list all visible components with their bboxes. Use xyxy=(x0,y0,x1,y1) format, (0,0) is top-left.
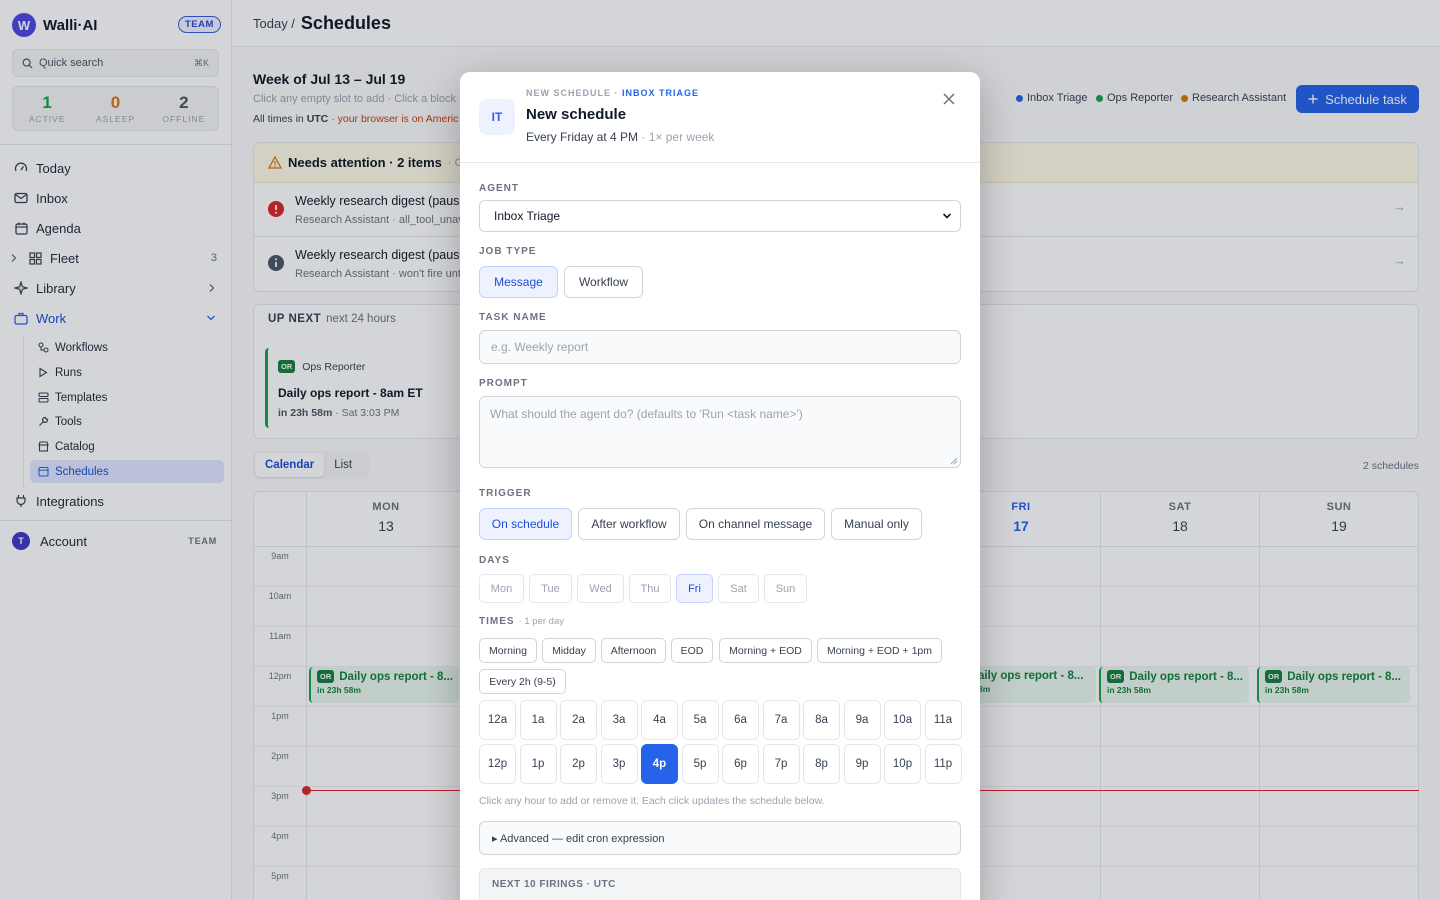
job-type-label: JOB TYPE xyxy=(479,246,537,257)
schedule-summary: Every Friday at 4 PM · 1× per week xyxy=(526,130,715,144)
hour-option[interactable]: 8a xyxy=(803,700,840,740)
task-name-input[interactable]: e.g. Weekly report xyxy=(479,330,961,364)
day-wed[interactable]: Wed xyxy=(577,574,624,603)
day-sat[interactable]: Sat xyxy=(718,574,759,603)
hour-option[interactable]: 12a xyxy=(479,700,516,740)
hour-option[interactable]: 6a xyxy=(722,700,759,740)
close-icon[interactable] xyxy=(940,90,958,108)
job-type-workflow[interactable]: Workflow xyxy=(564,266,643,298)
dialog-title: New schedule xyxy=(526,106,627,123)
preset-every-2h[interactable]: Every 2h (9-5) xyxy=(479,669,566,694)
resize-handle-icon[interactable] xyxy=(950,457,958,465)
prompt-textarea[interactable]: What should the agent do? (defaults to '… xyxy=(479,396,961,468)
hour-option[interactable]: 9p xyxy=(843,744,881,784)
preset-morning-eod[interactable]: Morning + EOD xyxy=(719,638,812,663)
hour-option[interactable]: 7p xyxy=(762,744,800,784)
hour-option[interactable]: 7a xyxy=(762,700,800,740)
hour-option[interactable]: 4p xyxy=(641,744,678,784)
trigger-manual-only[interactable]: Manual only xyxy=(831,508,922,540)
trigger-after-workflow[interactable]: After workflow xyxy=(578,508,680,540)
preset-afternoon[interactable]: Afternoon xyxy=(601,638,666,663)
preset-morning-eod-1pm[interactable]: Morning + EOD + 1pm xyxy=(817,638,942,663)
hour-option[interactable]: 3p xyxy=(600,744,638,784)
hour-option[interactable]: 5a xyxy=(681,700,719,740)
job-type-message[interactable]: Message xyxy=(479,266,558,298)
hour-option[interactable]: 10p xyxy=(884,744,921,784)
day-fri[interactable]: Fri xyxy=(676,574,713,603)
hour-option[interactable]: 11p xyxy=(924,744,962,784)
hour-option[interactable]: 9a xyxy=(843,700,881,740)
days-label: DAYS xyxy=(479,555,510,566)
trigger-label: TRIGGER xyxy=(479,488,532,499)
next-firings-panel: NEXT 10 FIRINGS · UTC xyxy=(479,868,961,900)
chevron-down-icon xyxy=(942,212,952,220)
hour-option[interactable]: 2p xyxy=(560,744,597,784)
hour-option[interactable]: 11a xyxy=(924,700,962,740)
hour-option[interactable]: 1p xyxy=(519,744,557,784)
agent-label: AGENT xyxy=(479,183,519,194)
preset-eod[interactable]: EOD xyxy=(671,638,713,663)
hour-option[interactable]: 2a xyxy=(560,700,597,740)
hours-hint: Click any hour to add or remove it. Each… xyxy=(479,795,825,807)
day-tue[interactable]: Tue xyxy=(529,574,572,603)
times-label: TIMES · 1 per day xyxy=(479,616,564,627)
new-schedule-dialog: IT NEW SCHEDULE · INBOX TRIAGE New sched… xyxy=(460,72,980,900)
preset-morning[interactable]: Morning xyxy=(479,638,537,663)
dialog-eyebrow: NEW SCHEDULE · INBOX TRIAGE xyxy=(526,88,700,98)
hour-option[interactable]: 4a xyxy=(641,700,678,740)
hour-option[interactable]: 1a xyxy=(519,700,557,740)
hour-option[interactable]: 10a xyxy=(884,700,921,740)
day-sun[interactable]: Sun xyxy=(764,574,807,603)
hour-option[interactable]: 8p xyxy=(803,744,840,784)
hour-option[interactable]: 5p xyxy=(681,744,719,784)
hour-option[interactable]: 6p xyxy=(722,744,759,784)
advanced-cron-toggle[interactable]: ▸ Advanced — edit cron expression xyxy=(479,821,961,855)
hour-option[interactable]: 3a xyxy=(600,700,638,740)
hour-option[interactable]: 12p xyxy=(479,744,516,784)
trigger-on-channel-message[interactable]: On channel message xyxy=(686,508,825,540)
agent-select[interactable]: Inbox Triage xyxy=(479,200,961,232)
preset-midday[interactable]: Midday xyxy=(542,638,596,663)
task-name-label: TASK NAME xyxy=(479,312,547,323)
agent-avatar: IT xyxy=(479,99,515,135)
day-mon[interactable]: Mon xyxy=(479,574,524,603)
prompt-label: PROMPT xyxy=(479,378,528,389)
dialog-divider xyxy=(460,162,980,163)
trigger-on-schedule[interactable]: On schedule xyxy=(479,508,572,540)
day-thu[interactable]: Thu xyxy=(629,574,671,603)
